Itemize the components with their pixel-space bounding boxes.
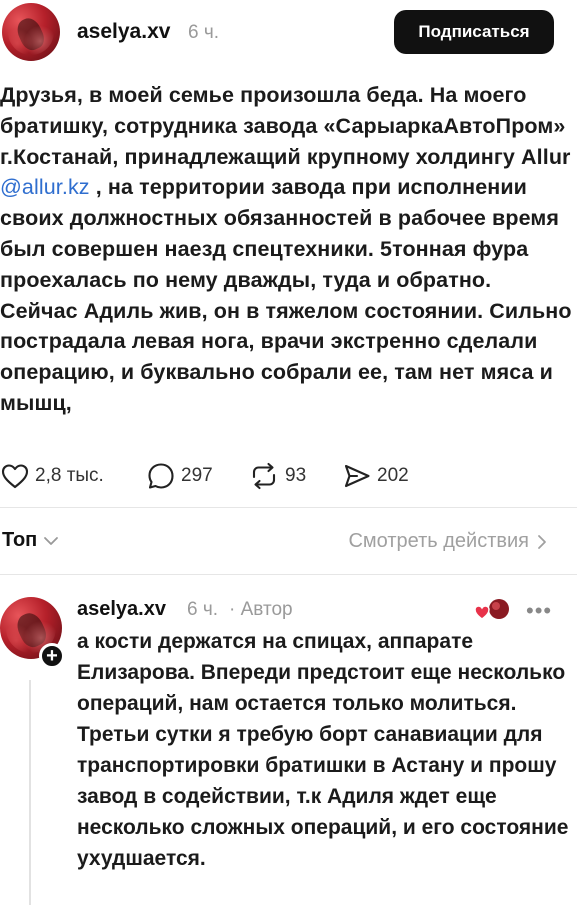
comment-bubble-icon — [148, 463, 174, 489]
repost-count: 93 — [285, 465, 307, 486]
author-badge: · Автор — [229, 599, 293, 620]
like-count: 2,8 тыс. — [35, 465, 104, 486]
post-text-part-2: , на территории завода при исполнении св… — [0, 175, 572, 415]
mention-link[interactable]: @allur.kz — [0, 175, 90, 199]
liked-by-author-icon — [474, 599, 509, 620]
share-count: 202 — [377, 465, 409, 486]
heart-icon — [1, 464, 29, 489]
follow-plus-button[interactable]: + — [39, 643, 65, 669]
like-button[interactable]: 2,8 тыс. — [1, 462, 104, 490]
chevron-down-icon — [44, 536, 59, 545]
post-avatar[interactable] — [2, 3, 60, 61]
thread-line — [29, 680, 31, 905]
chevron-right-icon — [538, 534, 546, 549]
comment-count: 297 — [181, 465, 213, 486]
repost-button[interactable]: 93 — [249, 462, 306, 490]
post-text: Друзья, в моей семье произошла беда. На … — [0, 80, 572, 419]
send-icon — [344, 464, 370, 488]
post-time: 6 ч. — [188, 22, 220, 43]
comment-button[interactable]: 297 — [147, 462, 213, 490]
view-activity-label: Смотреть действия — [348, 530, 529, 552]
post-divider — [0, 507, 577, 508]
reply-text: а кости держатся на спицах, аппарате Ели… — [77, 630, 569, 870]
post-text-part-1: Друзья, в моей семье произошла беда. На … — [0, 83, 571, 169]
sort-dropdown[interactable]: Топ — [2, 529, 59, 552]
share-button[interactable]: 202 — [343, 462, 409, 490]
view-activity-link[interactable]: Смотреть действия — [348, 530, 547, 553]
more-dots-icon[interactable]: ••• — [526, 598, 552, 624]
sort-label: Топ — [2, 529, 38, 551]
reply-username[interactable]: aselya.xv — [77, 598, 166, 621]
repost-icon — [252, 462, 276, 490]
reply-time: 6 ч. — [187, 599, 219, 620]
post-username[interactable]: aselya.xv — [77, 20, 170, 44]
plus-icon: + — [46, 645, 58, 667]
follow-button[interactable]: Подписаться — [394, 10, 554, 54]
thread-divider — [0, 574, 577, 575]
